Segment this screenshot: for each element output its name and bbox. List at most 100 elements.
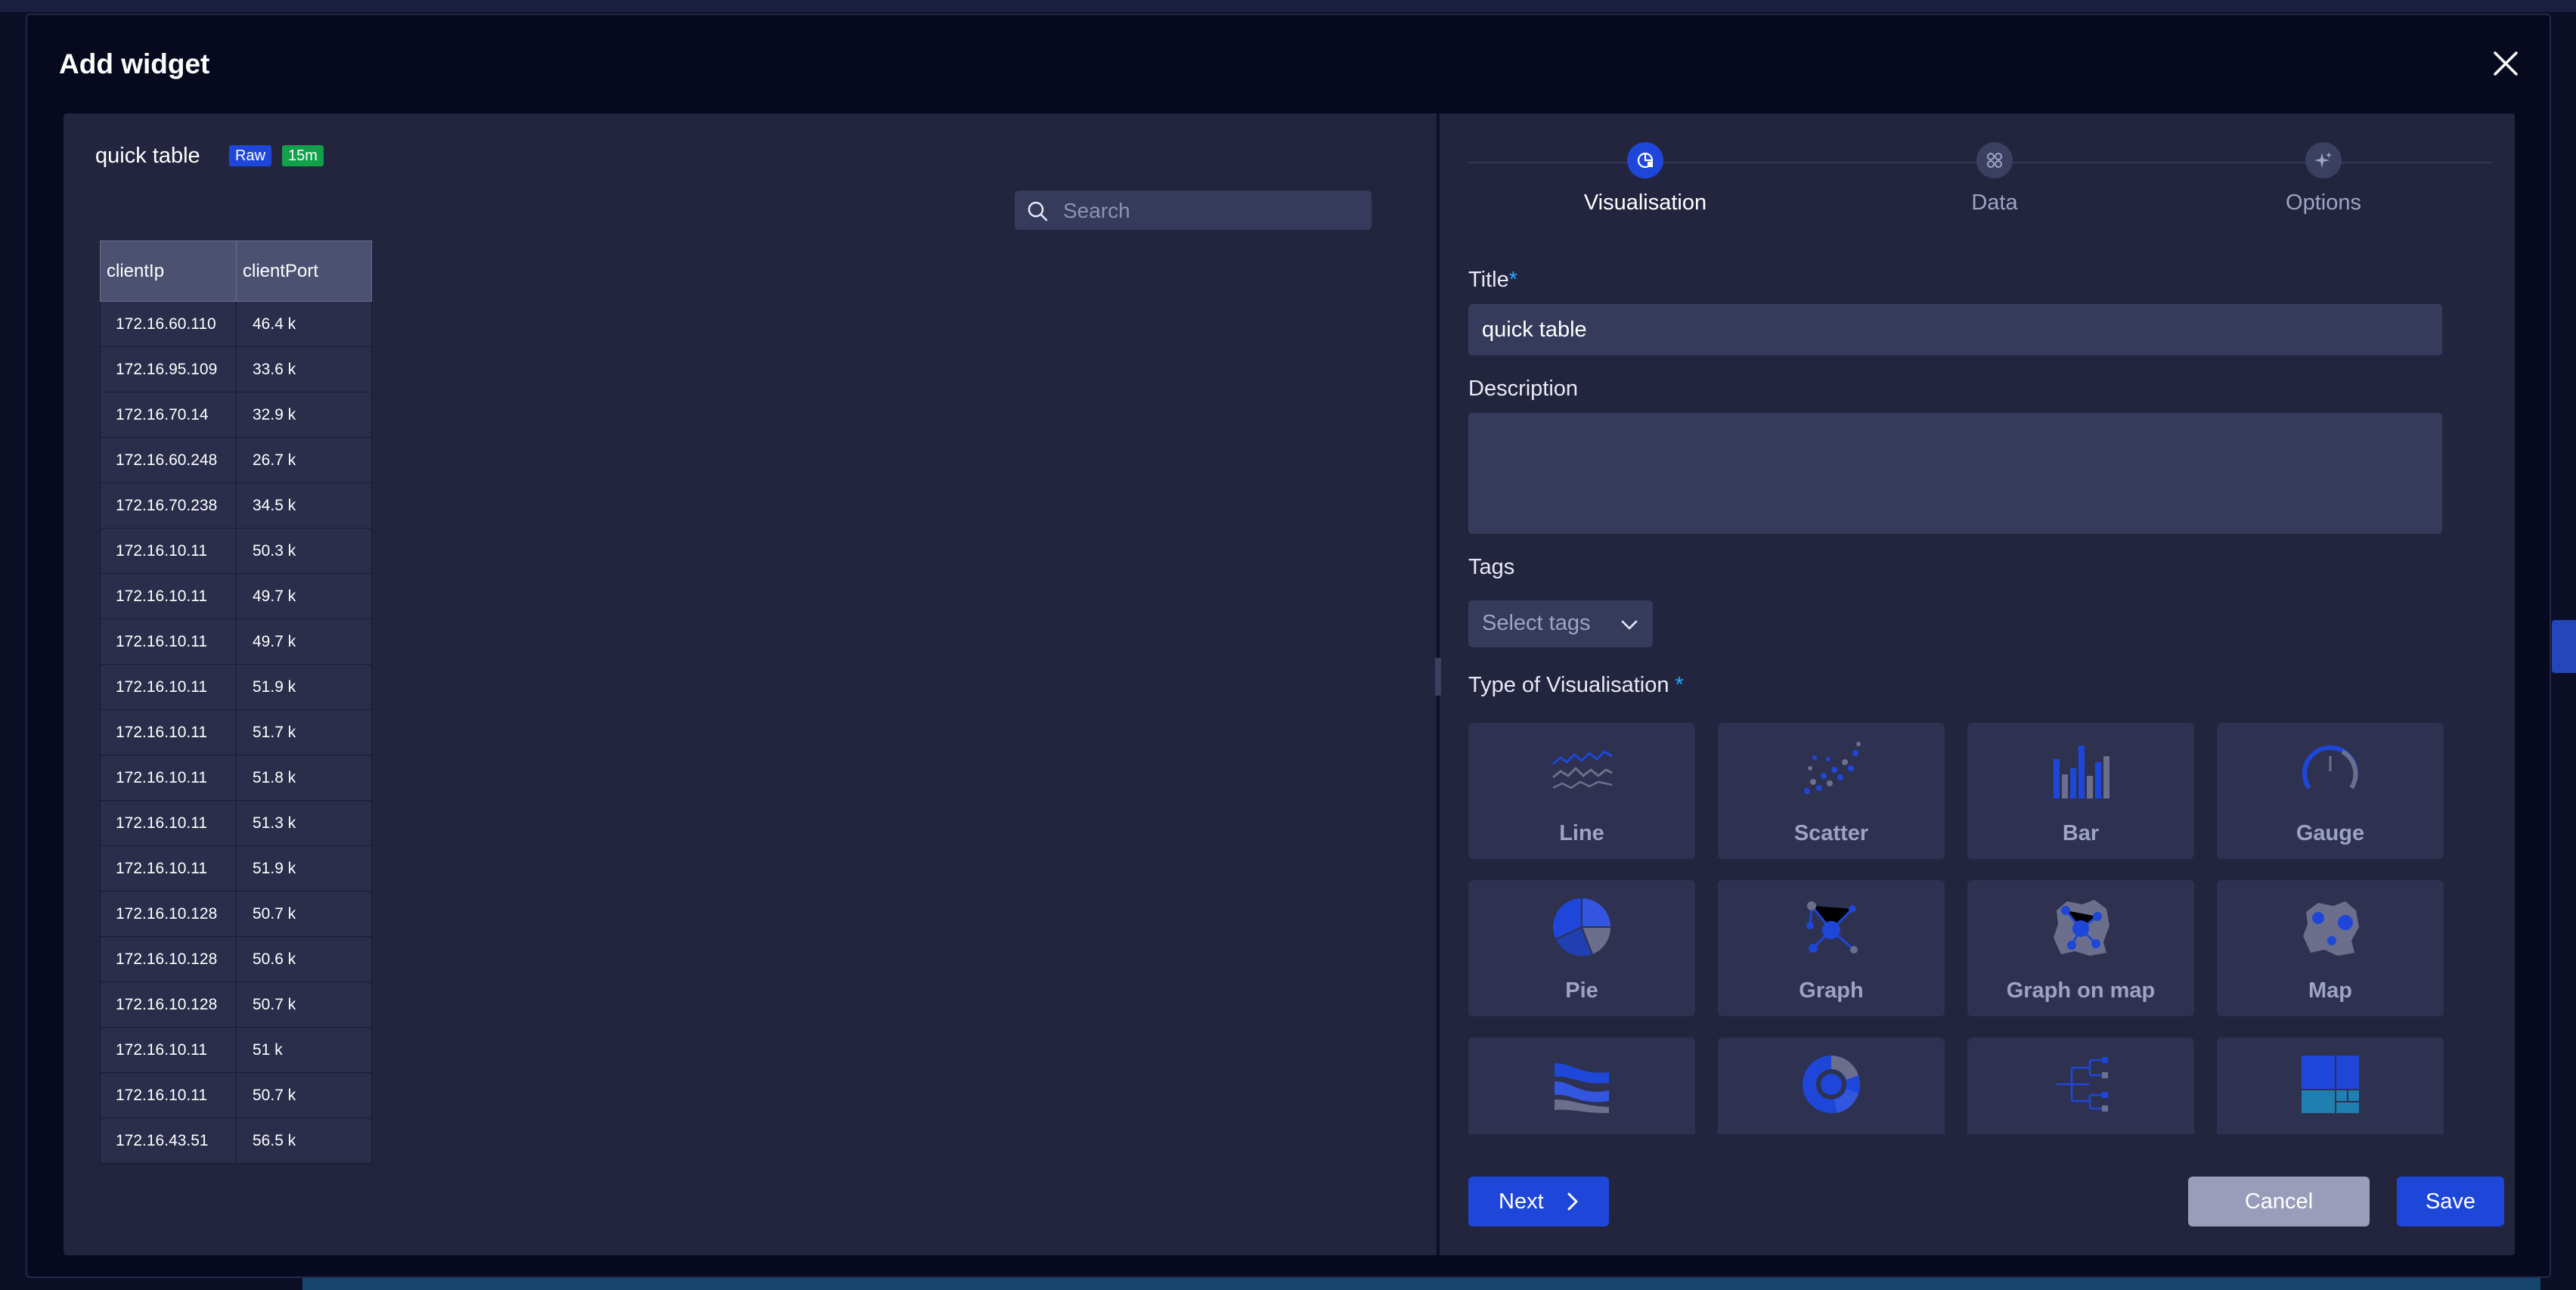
step-data[interactable]: Data — [1881, 142, 2108, 216]
client-ip-cell: 172.16.10.128 — [100, 981, 237, 1028]
cancel-button[interactable]: Cancel — [2188, 1177, 2370, 1226]
visualisation-grid: Line Scatter Bar Gauge Pie Graph Graph o… — [1468, 723, 2444, 1134]
tags-placeholder: Select tags — [1482, 611, 1591, 635]
client-ip-cell: 172.16.10.128 — [100, 891, 237, 937]
step-label: Options — [2286, 191, 2361, 215]
time-range-badge: 15m — [282, 145, 324, 166]
client-ip-cell: 172.16.10.11 — [100, 573, 237, 619]
client-port-cell: 34.5 k — [236, 482, 372, 529]
client-port-cell: 50.7 k — [236, 891, 372, 937]
table-row: 172.16.10.128 50.7 k — [100, 981, 372, 1028]
step-circle — [2305, 142, 2342, 178]
line-chart-icon — [1552, 750, 1613, 789]
viz-option-bar[interactable]: Bar — [1967, 723, 2194, 859]
client-port-cell: 51.7 k — [236, 709, 372, 755]
table-row: 172.16.43.51 56.5 k — [100, 1118, 372, 1164]
client-port-cell: 51.9 k — [236, 664, 372, 710]
client-ip-cell: 172.16.10.11 — [100, 1072, 237, 1118]
table-row: 172.16.10.11 51 k — [100, 1027, 372, 1073]
client-ip-cell: 172.16.10.11 — [100, 1027, 237, 1073]
client-ip-cell: 172.16.10.11 — [100, 800, 237, 846]
viz-option-map[interactable]: Map — [2217, 880, 2444, 1016]
search-icon — [1028, 201, 1048, 222]
viz-option-label: Graph — [1799, 978, 1864, 1003]
client-ip-cell: 172.16.60.248 — [100, 437, 237, 483]
viz-option-label: Pie — [1565, 978, 1598, 1003]
column-header-client-ip[interactable]: clientIp — [100, 240, 237, 302]
table-row: 172.16.10.11 51.3 k — [100, 800, 372, 846]
add-widget-modal: Add widget quick table Raw 15m clientIp — [26, 14, 2551, 1278]
table-row: 172.16.10.11 49.7 k — [100, 619, 372, 665]
visualisation-type-label: Type of Visualisation * — [1468, 673, 1684, 698]
step-circle — [1976, 142, 2013, 178]
client-port-cell: 50.6 k — [236, 936, 372, 982]
viz-option-sunburst[interactable] — [1718, 1037, 1945, 1134]
table-row: 172.16.95.109 33.6 k — [100, 346, 372, 392]
viz-option-graph-on-map[interactable]: Graph on map — [1967, 880, 2194, 1016]
client-port-cell: 26.7 k — [236, 437, 372, 483]
preview-search — [1015, 191, 1372, 231]
viz-option-line[interactable]: Line — [1468, 723, 1695, 859]
table-body: 172.16.60.110 46.4 k 172.16.95.109 33.6 k 17… — [100, 301, 372, 1164]
viz-option-tree[interactable] — [1967, 1037, 2194, 1134]
column-header-client-port[interactable]: clientPort — [236, 240, 372, 302]
table-row: 172.16.10.128 50.6 k — [100, 936, 372, 982]
tags-label: Tags — [1468, 555, 1515, 579]
client-port-cell: 32.9 k — [236, 392, 372, 438]
viz-option-gauge[interactable]: Gauge — [2217, 723, 2444, 859]
search-input[interactable] — [1062, 191, 1367, 231]
close-icon — [2494, 51, 2518, 76]
viz-option-label: Graph on map — [2006, 978, 2156, 1003]
viz-option-sankey[interactable] — [1468, 1037, 1695, 1134]
raw-badge: Raw — [229, 145, 272, 166]
next-button-label: Next — [1499, 1189, 1544, 1214]
scatter-chart-icon — [1804, 742, 1861, 794]
client-ip-cell: 172.16.95.109 — [100, 346, 237, 392]
client-ip-cell: 172.16.10.11 — [100, 845, 237, 892]
client-ip-cell: 172.16.10.11 — [100, 709, 237, 755]
step-visualisation[interactable]: Visualisation — [1532, 142, 1759, 216]
client-ip-cell: 172.16.60.110 — [100, 301, 237, 347]
visualisation-type-text: Type of Visualisation — [1468, 673, 1669, 697]
table-row: 172.16.70.238 34.5 k — [100, 482, 372, 529]
client-port-cell: 56.5 k — [236, 1118, 372, 1164]
client-ip-cell: 172.16.43.51 — [100, 1118, 237, 1164]
client-port-cell: 49.7 k — [236, 573, 372, 619]
table-row: 172.16.10.11 49.7 k — [100, 573, 372, 619]
client-port-cell: 50.7 k — [236, 1072, 372, 1118]
client-port-cell: 51.9 k — [236, 845, 372, 892]
description-input[interactable] — [1468, 413, 2442, 534]
table-row: 172.16.10.11 50.3 k — [100, 528, 372, 574]
client-port-cell: 46.4 k — [236, 301, 372, 347]
table-row: 172.16.10.11 51.9 k — [100, 664, 372, 710]
step-label: Data — [1971, 191, 2018, 215]
viz-option-treemap[interactable] — [2217, 1037, 2444, 1134]
save-button[interactable]: Save — [2397, 1177, 2504, 1226]
client-port-cell: 51.8 k — [236, 755, 372, 801]
title-label: Title* — [1468, 268, 1517, 293]
description-label: Description — [1468, 377, 1579, 401]
chevron-down-icon — [1621, 620, 1638, 630]
viz-option-label: Map — [2308, 978, 2352, 1003]
viz-option-label: Bar — [2062, 821, 2100, 845]
client-port-cell: 51 k — [236, 1027, 372, 1073]
data-icon — [1987, 153, 2002, 168]
step-options[interactable]: Options — [2210, 142, 2437, 216]
gauge-icon — [2302, 745, 2358, 789]
client-ip-cell: 172.16.10.11 — [100, 619, 237, 665]
viz-option-graph[interactable]: Graph — [1718, 880, 1945, 1016]
close-button[interactable] — [2489, 47, 2522, 80]
title-input[interactable] — [1468, 304, 2442, 355]
table-row: 172.16.60.110 46.4 k — [100, 301, 372, 347]
tags-select[interactable]: Select tags — [1468, 600, 1653, 647]
background-bottom-bar — [302, 1278, 2540, 1290]
client-port-cell: 50.3 k — [236, 528, 372, 574]
client-port-cell: 49.7 k — [236, 619, 372, 665]
required-mark: * — [1508, 268, 1518, 292]
next-button[interactable]: Next — [1468, 1177, 1609, 1226]
viz-option-scatter[interactable]: Scatter — [1718, 723, 1945, 859]
viz-option-pie[interactable]: Pie — [1468, 880, 1695, 1016]
client-port-cell: 50.7 k — [236, 981, 372, 1028]
client-ip-cell: 172.16.70.14 — [100, 392, 237, 438]
client-ip-cell: 172.16.10.11 — [100, 755, 237, 801]
